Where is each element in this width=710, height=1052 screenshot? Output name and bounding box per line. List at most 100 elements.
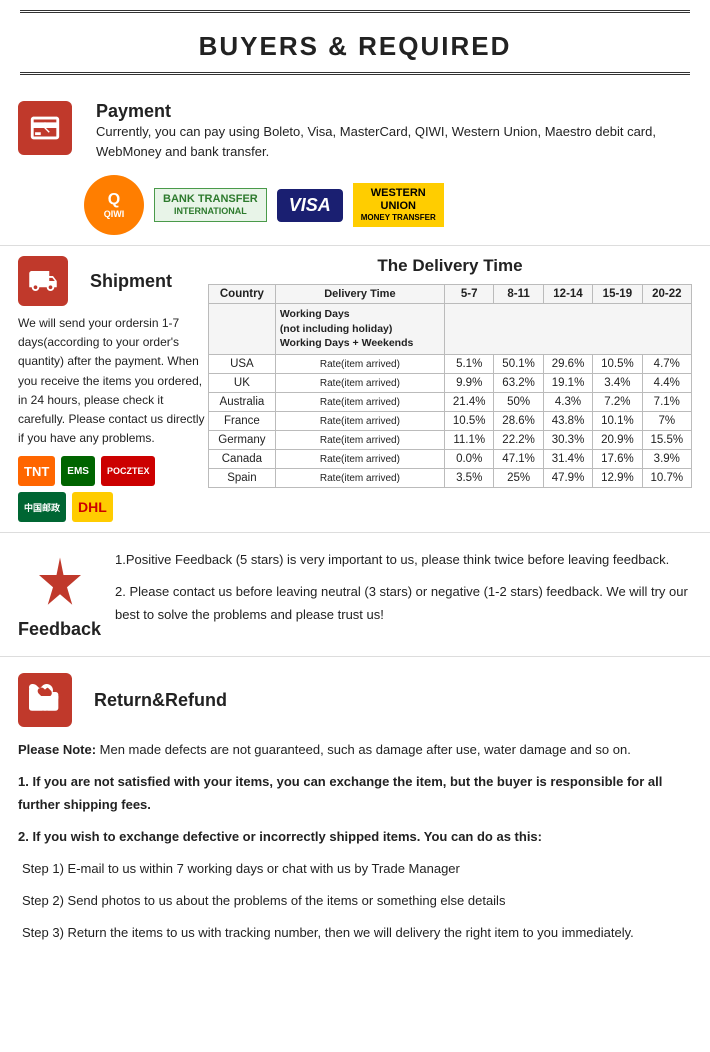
carrier-logos: TNT EMS POCZTEX 中国邮政 DHL: [18, 456, 208, 522]
feedback-icon-svg: [32, 554, 88, 610]
tnt-logo: TNT: [18, 456, 55, 486]
row-col4: 7.2%: [593, 393, 642, 412]
row-col1: 0.0%: [445, 450, 494, 469]
delivery-table-row: UK Rate(item arrived) 9.9% 63.2% 19.1% 3…: [209, 374, 692, 393]
delivery-table-row: France Rate(item arrived) 10.5% 28.6% 43…: [209, 412, 692, 431]
col-12-14: 12-14: [543, 285, 592, 304]
payment-section: Payment Currently, you can pay using Bol…: [0, 85, 710, 246]
payment-description: Currently, you can pay using Boleto, Vis…: [96, 122, 692, 161]
row-col4: 10.5%: [593, 355, 642, 374]
row-col3: 47.9%: [543, 469, 592, 488]
page-title: BUYERS & REQUIRED: [20, 31, 690, 62]
feedback-icon: [27, 549, 93, 615]
pocztex-logo: POCZTEX: [101, 456, 156, 486]
delivery-table-row: Spain Rate(item arrived) 3.5% 25% 47.9% …: [209, 469, 692, 488]
row-rate-label: Rate(item arrived): [275, 393, 444, 412]
row-col2: 63.2%: [494, 374, 543, 393]
feedback-title: Feedback: [18, 619, 101, 640]
row-col3: 30.3%: [543, 431, 592, 450]
shipment-icon: [18, 256, 68, 306]
feedback-text1: 1.Positive Feedback (5 stars) is very im…: [115, 549, 692, 571]
working-days-header: Working Days(not including holiday)Worki…: [275, 304, 444, 355]
row-rate-label: Rate(item arrived): [275, 355, 444, 374]
col-country: Country: [209, 285, 276, 304]
dhl-logo: DHL: [72, 492, 113, 522]
row-col3: 43.8%: [543, 412, 592, 431]
row-col2: 22.2%: [494, 431, 543, 450]
delivery-table-row: USA Rate(item arrived) 5.1% 50.1% 29.6% …: [209, 355, 692, 374]
bank-transfer-logo: BANK TRANSFER INTERNATIONAL: [154, 188, 267, 222]
row-country: Australia: [209, 393, 276, 412]
row-col5: 15.5%: [642, 431, 691, 450]
row-col2: 50%: [494, 393, 543, 412]
row-country: Germany: [209, 431, 276, 450]
row-col1: 11.1%: [445, 431, 494, 450]
return-body: Please Note: Men made defects are not gu…: [18, 739, 692, 944]
col-country-empty: [209, 304, 276, 355]
row-col5: 7.1%: [642, 393, 691, 412]
return-icon: [18, 673, 72, 727]
return-note: Please Note: Men made defects are not gu…: [18, 739, 692, 761]
shipment-icon-svg: [28, 266, 58, 296]
shipment-section: Shipment We will send your ordersin 1-7 …: [0, 246, 710, 533]
col-delivery-time: Delivery Time: [275, 285, 444, 304]
return-note-label: Please Note:: [18, 742, 96, 757]
western-union-logo: WESTERN UNION MONEY TRANSFER: [353, 183, 444, 227]
return-icon-svg: [29, 684, 61, 716]
row-rate-label: Rate(item arrived): [275, 431, 444, 450]
row-col2: 25%: [494, 469, 543, 488]
delivery-table-row: Germany Rate(item arrived) 11.1% 22.2% 3…: [209, 431, 692, 450]
row-col4: 12.9%: [593, 469, 642, 488]
row-country: UK: [209, 374, 276, 393]
return-step3: Step 3) Return the items to us with trac…: [22, 922, 692, 944]
feedback-text: 1.Positive Feedback (5 stars) is very im…: [115, 549, 692, 640]
row-col5: 4.4%: [642, 374, 691, 393]
row-rate-label: Rate(item arrived): [275, 469, 444, 488]
row-col3: 31.4%: [543, 450, 592, 469]
row-country: France: [209, 412, 276, 431]
payment-icon-svg: [28, 111, 62, 145]
page-header: BUYERS & REQUIRED: [20, 10, 690, 75]
row-col3: 19.1%: [543, 374, 592, 393]
col-5-7: 5-7: [445, 285, 494, 304]
col-15-19: 15-19: [593, 285, 642, 304]
row-col4: 3.4%: [593, 374, 642, 393]
return-step2: Step 2) Send photos to us about the prob…: [22, 890, 692, 912]
col-rate-header: [445, 304, 692, 355]
row-country: Canada: [209, 450, 276, 469]
qiwi-logo: Q QIWI: [84, 175, 144, 235]
row-col3: 29.6%: [543, 355, 592, 374]
delivery-table: Country Delivery Time 5-7 8-11 12-14 15-…: [208, 284, 692, 488]
payment-logos: Q QIWI BANK TRANSFER INTERNATIONAL VISA …: [84, 175, 692, 235]
return-refund-section: Return&Refund Please Note: Men made defe…: [0, 657, 710, 970]
shipment-title: Shipment: [90, 271, 172, 292]
payment-icon: [18, 101, 72, 155]
delivery-table-row: Canada Rate(item arrived) 0.0% 47.1% 31.…: [209, 450, 692, 469]
row-col2: 50.1%: [494, 355, 543, 374]
row-rate-label: Rate(item arrived): [275, 450, 444, 469]
row-col1: 5.1%: [445, 355, 494, 374]
row-col4: 20.9%: [593, 431, 642, 450]
return-step1: Step 1) E-mail to us within 7 working da…: [22, 858, 692, 880]
row-col2: 47.1%: [494, 450, 543, 469]
row-col5: 7%: [642, 412, 691, 431]
delivery-title: The Delivery Time: [208, 256, 692, 276]
shipment-right: The Delivery Time Country Delivery Time …: [208, 256, 692, 522]
delivery-table-row: Australia Rate(item arrived) 21.4% 50% 4…: [209, 393, 692, 412]
row-rate-label: Rate(item arrived): [275, 374, 444, 393]
row-col1: 21.4%: [445, 393, 494, 412]
visa-logo: VISA: [277, 189, 343, 222]
row-col5: 4.7%: [642, 355, 691, 374]
chinapost-logo: 中国邮政: [18, 492, 66, 522]
feedback-icon-wrap: Feedback: [18, 549, 101, 640]
row-col1: 9.9%: [445, 374, 494, 393]
row-col5: 3.9%: [642, 450, 691, 469]
row-col1: 3.5%: [445, 469, 494, 488]
payment-title: Payment: [96, 101, 692, 122]
shipment-description: We will send your ordersin 1-7 days(acco…: [18, 314, 208, 448]
col-20-22: 20-22: [642, 285, 691, 304]
row-country: Spain: [209, 469, 276, 488]
row-rate-label: Rate(item arrived): [275, 412, 444, 431]
col-8-11: 8-11: [494, 285, 543, 304]
return-point2: 2. If you wish to exchange defective or …: [18, 826, 692, 848]
